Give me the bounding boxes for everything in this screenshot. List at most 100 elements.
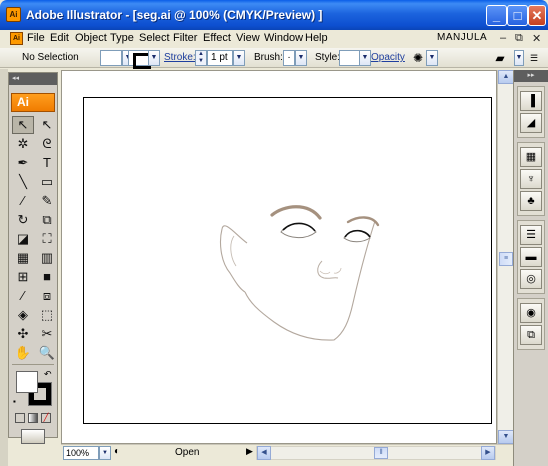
rectangle-tool-icon[interactable]: ▭	[36, 173, 58, 191]
recolor-dropdown-icon[interactable]: ▼	[426, 50, 438, 66]
selection-status: No Selection	[22, 52, 79, 63]
rotate-tool-icon[interactable]: ↻	[12, 211, 34, 229]
style-label: Style:	[315, 52, 341, 63]
scroll-left-button[interactable]: ◀	[257, 446, 271, 460]
menu-view[interactable]: View	[236, 32, 260, 44]
maximize-button[interactable]: □	[507, 5, 528, 26]
style-swatch[interactable]	[339, 50, 361, 66]
horizontal-scrollbar[interactable]: ◀ ⦀ ▶	[256, 446, 496, 460]
stroke-panel-link[interactable]: Stroke:	[164, 52, 196, 63]
panel-menu-icon[interactable]: ☰	[527, 50, 541, 66]
menu-filter[interactable]: Filter	[173, 32, 197, 44]
stroke-weight-field[interactable]: 1 pt	[207, 50, 233, 66]
brush-field[interactable]: ·	[283, 50, 295, 66]
paintbrush-tool-icon[interactable]: ∕	[12, 192, 34, 210]
document-canvas[interactable]	[61, 70, 497, 444]
gradient-mode-icon[interactable]	[28, 413, 38, 423]
free-transform-tool-icon[interactable]: ⛶	[36, 230, 58, 248]
eyedropper-tool-icon[interactable]: ⁄	[12, 287, 34, 305]
color-panel-icon[interactable]: ▐	[520, 91, 542, 111]
menu-object[interactable]: Object	[75, 32, 107, 44]
slice-tool-icon[interactable]: ✣	[12, 325, 34, 343]
zoom-tool-icon[interactable]: 🔍	[36, 344, 58, 362]
tools-panel-collapse-icon[interactable]: ◂◂	[9, 73, 57, 85]
pencil-tool-icon[interactable]: ✎	[36, 192, 58, 210]
stroke-weight-dropdown-icon[interactable]: ▼	[233, 50, 245, 66]
doc-minimize-button[interactable]: –	[500, 32, 506, 44]
brushes-panel-icon[interactable]: ♆	[520, 169, 542, 189]
menu-file[interactable]: File	[27, 32, 45, 44]
stroke-dropdown-icon[interactable]: ▼	[148, 50, 160, 66]
direct-selection-tool-icon[interactable]: ↖	[36, 116, 58, 134]
scissors-tool-icon[interactable]: ✂	[36, 325, 58, 343]
layers-panel-icon[interactable]: ⧉	[520, 325, 542, 345]
color-guide-icon[interactable]: ◢	[520, 113, 542, 133]
vertical-scroll-thumb[interactable]: ≡	[499, 252, 513, 266]
close-button[interactable]: ✕	[528, 5, 546, 26]
zoom-field[interactable]: 100%	[63, 446, 99, 460]
transparency-panel-icon[interactable]: ◎	[520, 269, 542, 289]
appearance-panel-icon[interactable]: ◉	[520, 303, 542, 323]
stroke-weight-stepper[interactable]: ▲ ▼	[195, 50, 207, 66]
doc-close-button[interactable]: ✕	[532, 32, 541, 45]
zoom-dropdown-icon[interactable]: ▼	[99, 446, 111, 460]
left-eye-path	[280, 223, 317, 239]
swap-fill-stroke-icon[interactable]: ↶	[44, 369, 52, 380]
horizontal-scroll-thumb[interactable]: ⦀	[374, 447, 388, 459]
mesh-tool-icon[interactable]: ⊞	[12, 268, 34, 286]
status-menu-icon[interactable]: ▶	[246, 446, 253, 457]
gradient-tool-icon[interactable]: ■	[36, 268, 58, 286]
workspace-switcher[interactable]: MANJULA	[437, 32, 487, 43]
column-graph-tool-icon[interactable]: ▥	[36, 249, 58, 267]
lasso-tool-icon[interactable]: ᘓ	[36, 135, 58, 153]
fill-swatch[interactable]	[100, 50, 122, 66]
document-icon[interactable]: Ai	[10, 32, 23, 45]
scroll-up-button[interactable]: ▲	[498, 70, 514, 84]
none-mode-icon[interactable]: ╱	[41, 413, 51, 423]
live-paint-selection-tool-icon[interactable]: ⬚	[36, 306, 58, 324]
symbols-panel-icon[interactable]: ♣	[520, 191, 542, 211]
pen-tool-icon[interactable]: ✒	[12, 154, 34, 172]
document-setup-icon[interactable]: ▰	[492, 50, 508, 66]
version-cue-icon[interactable]: ◐	[114, 446, 120, 457]
swatches-panel-icon[interactable]: ▦	[520, 147, 542, 167]
scale-tool-icon[interactable]: ⧉	[36, 211, 58, 229]
vertical-scrollbar[interactable]: ▲ ≡ ▼	[497, 70, 514, 444]
fill-stroke-control: ↶ ▪	[13, 369, 53, 409]
menu-edit[interactable]: Edit	[50, 32, 69, 44]
magic-wand-tool-icon[interactable]: ✲	[12, 135, 34, 153]
menu-help[interactable]: Help	[305, 32, 328, 44]
menu-window[interactable]: Window	[264, 32, 303, 44]
selection-tool-icon[interactable]: ↖	[12, 116, 34, 134]
document-setup-dropdown-icon[interactable]: ▼	[514, 50, 524, 66]
face-artwork[interactable]	[62, 71, 497, 444]
blend-tool-icon[interactable]: ⧈	[36, 287, 58, 305]
dock-expand-icon[interactable]: ▸▸	[514, 70, 548, 82]
color-mode-icon[interactable]	[15, 413, 25, 423]
default-colors-icon[interactable]: ▪	[13, 397, 16, 406]
scroll-right-button[interactable]: ▶	[481, 446, 495, 460]
menu-effect[interactable]: Effect	[203, 32, 231, 44]
scroll-down-button[interactable]: ▼	[498, 430, 514, 444]
style-dropdown-icon[interactable]: ▼	[359, 50, 371, 66]
recolor-artwork-icon[interactable]: ✺	[410, 50, 426, 66]
screen-mode-button[interactable]	[21, 429, 45, 444]
gradient-panel-icon[interactable]: ▬	[520, 247, 542, 267]
type-tool-icon[interactable]: T	[36, 154, 58, 172]
doc-restore-button[interactable]: ⧉	[515, 32, 523, 45]
app-icon: Ai	[6, 7, 21, 22]
title-bar: Ai Adobe Illustrator - [seg.ai @ 100% (C…	[0, 0, 548, 30]
warp-tool-icon[interactable]: ◪	[12, 230, 34, 248]
menu-select[interactable]: Select	[139, 32, 170, 44]
stroke-panel-icon[interactable]: ☰	[520, 225, 542, 245]
opacity-link[interactable]: Opacity	[371, 52, 405, 63]
stroke-swatch[interactable]	[128, 50, 151, 69]
symbol-sprayer-tool-icon[interactable]: ▦	[12, 249, 34, 267]
brush-dropdown-icon[interactable]: ▼	[295, 50, 307, 66]
fill-color-box[interactable]	[16, 371, 38, 393]
live-paint-bucket-tool-icon[interactable]: ◈	[12, 306, 34, 324]
menu-type[interactable]: Type	[110, 32, 134, 44]
minimize-button[interactable]: _	[486, 5, 507, 26]
hand-tool-icon[interactable]: ✋	[12, 344, 34, 362]
line-segment-tool-icon[interactable]: ╲	[12, 173, 34, 191]
